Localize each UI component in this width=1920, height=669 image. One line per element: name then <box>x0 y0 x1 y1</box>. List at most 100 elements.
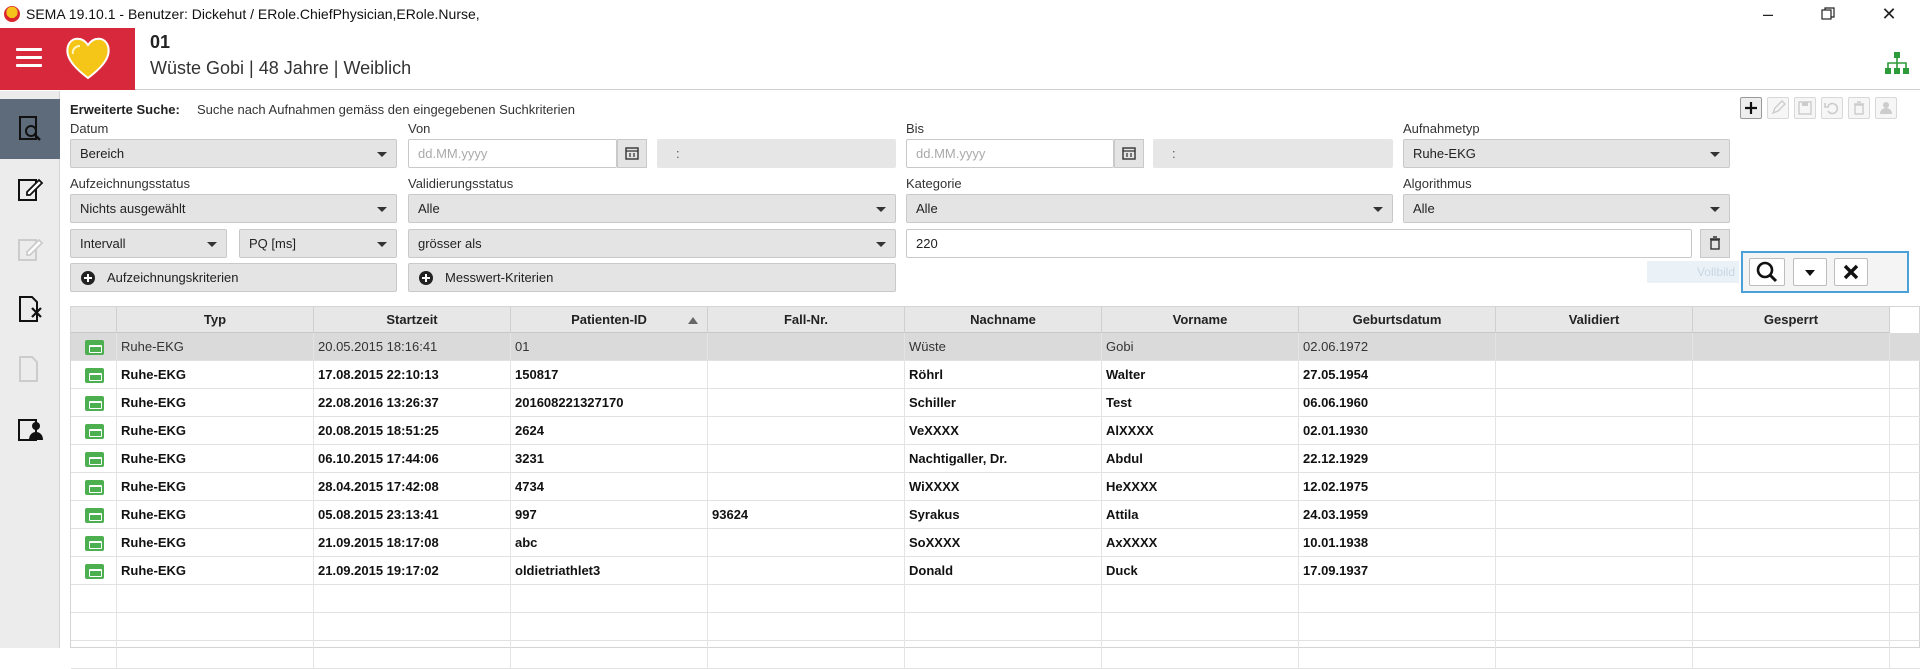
criteria-value-input[interactable]: 220 <box>906 229 1692 258</box>
edit-button <box>1767 97 1789 119</box>
cell-nachname: SoXXXX <box>905 529 1102 557</box>
table-row[interactable]: Ruhe-EKG 21.09.2015 19:17:02 oldietriathle… <box>71 557 1920 585</box>
operator-select[interactable]: grösser als <box>408 229 896 258</box>
document-disabled-icon <box>19 356 38 382</box>
cell-typ <box>117 641 314 669</box>
results-table: Typ Startzeit Patienten-ID Fall-Nr. Nachname… <box>70 306 1920 669</box>
cell-patienten-id <box>511 585 708 613</box>
von-calendar-button[interactable] <box>617 139 647 168</box>
cell-geburtsdatum: 24.03.1959 <box>1299 501 1496 529</box>
trash-icon <box>1854 101 1864 115</box>
close-window-button[interactable]: ✕ <box>1866 0 1912 28</box>
table-row[interactable]: Ruhe-EKG 17.08.2015 22:10:13 150817 Röhrl Wa… <box>71 361 1920 389</box>
cell-gesperrt <box>1693 557 1890 585</box>
cell-startzeit <box>314 585 511 613</box>
cell-vorname: Test <box>1102 389 1299 417</box>
cell-patienten-id <box>511 641 708 669</box>
hamburger-icon[interactable] <box>16 48 42 68</box>
kategorie-label: Kategorie <box>906 176 962 191</box>
bis-calendar-button[interactable] <box>1114 139 1144 168</box>
search-button[interactable] <box>1749 258 1785 286</box>
remove-criteria-button[interactable] <box>1700 229 1730 258</box>
table-row[interactable]: Ruhe-EKG 22.08.2016 13:26:37 2016082213271… <box>71 389 1920 417</box>
column-header-patienten-id[interactable]: Patienten-ID <box>511 307 708 333</box>
heart-logo <box>66 37 110 80</box>
patient-info: Wüste Gobi | 48 Jahre | Weiblich <box>150 58 412 78</box>
cell-startzeit: 17.08.2015 22:10:13 <box>314 361 511 389</box>
column-header-gesperrt[interactable]: Gesperrt <box>1693 307 1890 333</box>
nav-search-recordings[interactable] <box>0 99 60 159</box>
bis-placeholder: dd.MM.yyyy <box>916 146 986 161</box>
row-icon-cell <box>71 529 117 557</box>
cell-gesperrt <box>1693 529 1890 557</box>
column-header-icon[interactable] <box>71 307 117 333</box>
row-icon-cell <box>71 445 117 473</box>
table-row[interactable]: Ruhe-EKG 21.09.2015 18:17:08 abc SoXXXX AxXX… <box>71 529 1920 557</box>
bed-icon <box>85 452 104 467</box>
hierarchy-icon[interactable] <box>1884 50 1910 76</box>
column-header-vorname[interactable]: Vorname <box>1102 307 1299 333</box>
cell-nachname <box>905 585 1102 613</box>
cell-typ: Ruhe-EKG <box>117 529 314 557</box>
column-header-startzeit[interactable]: Startzeit <box>314 307 511 333</box>
row-icon-cell <box>71 389 117 417</box>
cell-geburtsdatum: 12.02.1975 <box>1299 473 1496 501</box>
messwert-select[interactable]: PQ [ms] <box>239 229 397 258</box>
table-row[interactable]: Ruhe-EKG 06.10.2015 17:44:06 3231 Nachtigal… <box>71 445 1920 473</box>
cell-patienten-id: oldietriathlet3 <box>511 557 708 585</box>
nav-disabled-2 <box>0 339 60 399</box>
cell-typ: Ruhe-EKG <box>117 473 314 501</box>
aufzeichnungsstatus-select[interactable]: Nichts ausgewählt <box>70 194 397 223</box>
column-header-nachname[interactable]: Nachname <box>905 307 1102 333</box>
column-header-fall-nr-[interactable]: Fall-Nr. <box>708 307 905 333</box>
cell-patienten-id: 150817 <box>511 361 708 389</box>
empty-table-row <box>71 585 1920 613</box>
aufnahmetyp-select[interactable]: Ruhe-EKG <box>1403 139 1730 168</box>
cell-gesperrt <box>1693 585 1890 613</box>
nav-delete-recording[interactable] <box>0 279 60 339</box>
search-icon <box>1756 261 1778 283</box>
operator-value: grösser als <box>418 236 482 251</box>
algorithmus-select[interactable]: Alle <box>1403 194 1730 223</box>
intervall-select[interactable]: Intervall <box>70 229 227 258</box>
nav-patient-recordings[interactable] <box>0 399 60 459</box>
datum-select[interactable]: Bereich <box>70 139 397 168</box>
column-header-typ[interactable]: Typ <box>117 307 314 333</box>
bed-icon <box>85 340 104 355</box>
criteria-value: 220 <box>916 236 938 251</box>
cell-typ: Ruhe-EKG <box>117 333 314 361</box>
table-row[interactable]: Ruhe-EKG 05.08.2015 23:13:41 997 93624 Syrak… <box>71 501 1920 529</box>
maximize-button[interactable] <box>1805 0 1851 28</box>
nav-edit-recording[interactable] <box>0 159 60 219</box>
table-row[interactable]: Ruhe-EKG 20.08.2015 18:51:25 2624 VeXXXX AlX… <box>71 417 1920 445</box>
cell-gesperrt <box>1693 417 1890 445</box>
cell-fall-nr- <box>708 473 905 501</box>
cell-geburtsdatum: 22.12.1929 <box>1299 445 1496 473</box>
messwertkriterien-button[interactable]: Messwert-Kriterien <box>408 263 896 292</box>
table-row[interactable]: Ruhe-EKG 28.04.2015 17:42:08 4734 WiXXXX HeX… <box>71 473 1920 501</box>
minimize-button[interactable]: – <box>1745 0 1791 28</box>
cell-validiert <box>1496 389 1693 417</box>
bis-date-input[interactable]: dd.MM.yyyy <box>906 139 1114 168</box>
cell-vorname <box>1102 641 1299 669</box>
empty-table-row <box>71 613 1920 641</box>
validierungsstatus-select[interactable]: Alle <box>408 194 896 223</box>
cell-fall-nr- <box>708 613 905 641</box>
aufnahmetyp-label: Aufnahmetyp <box>1403 121 1480 136</box>
column-header-validiert[interactable]: Validiert <box>1496 307 1693 333</box>
cell-validiert <box>1496 641 1693 669</box>
column-header-geburtsdatum[interactable]: Geburtsdatum <box>1299 307 1496 333</box>
cell-typ: Ruhe-EKG <box>117 557 314 585</box>
von-date-input[interactable]: dd.MM.yyyy <box>408 139 617 168</box>
search-options-button[interactable] <box>1793 258 1827 286</box>
cell-gesperrt <box>1693 641 1890 669</box>
row-icon-cell <box>71 417 117 445</box>
cell-geburtsdatum: 17.09.1937 <box>1299 557 1496 585</box>
kategorie-select[interactable]: Alle <box>906 194 1393 223</box>
table-row[interactable]: Ruhe-EKG 20.05.2015 18:16:41 01 Wüste Gobi 02… <box>71 333 1920 361</box>
algorithmus-label: Algorithmus <box>1403 176 1472 191</box>
clear-search-button[interactable] <box>1834 258 1868 286</box>
cell-fall-nr- <box>708 389 905 417</box>
aufzeichnungskriterien-button[interactable]: Aufzeichnungskriterien <box>70 263 397 292</box>
add-button[interactable] <box>1740 97 1762 119</box>
